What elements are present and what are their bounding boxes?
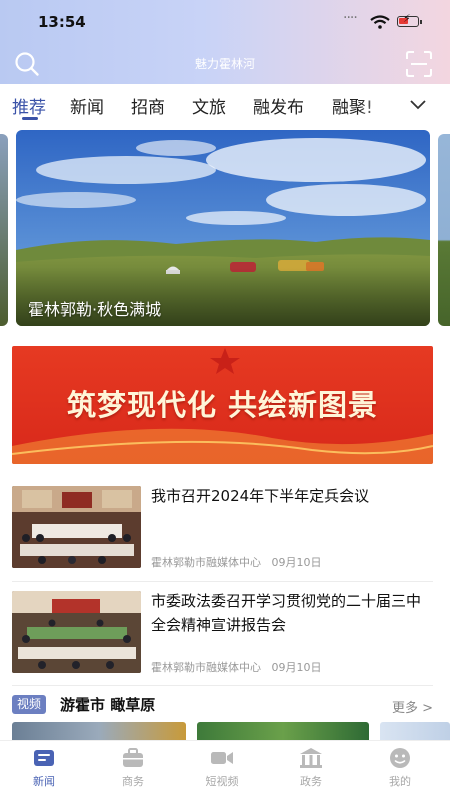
video-thumbnail[interactable] bbox=[197, 722, 369, 742]
government-building-icon bbox=[300, 748, 322, 768]
tab-culture-tourism[interactable]: 文旅 bbox=[192, 93, 226, 118]
app-title: 魅力霍林河 bbox=[194, 57, 255, 71]
promo-banner[interactable]: 筑梦现代化 共绘新图景 bbox=[12, 346, 433, 464]
news-title: 市委政法委召开学习贯彻党的二十届三中全会精神宣讲报告会 bbox=[151, 592, 422, 634]
news-title: 我市召开2024年下半年定兵会议 bbox=[151, 487, 370, 505]
more-link[interactable]: 更多 > bbox=[392, 697, 433, 716]
tab-news[interactable]: 新闻 bbox=[70, 93, 104, 118]
chevron-down-icon[interactable] bbox=[408, 94, 428, 114]
news-thumbnail bbox=[12, 486, 141, 568]
news-source: 霍林郭勒市融媒体中心 bbox=[151, 556, 261, 569]
bottom-tab-bar: 新闻 商务 短视频 政务 我的 bbox=[0, 740, 450, 800]
carousel-caption: 霍林郭勒·秋色满城 bbox=[28, 300, 162, 319]
tabbar-profile[interactable]: 我的 bbox=[370, 747, 430, 789]
news-source: 霍林郭勒市融媒体中心 bbox=[151, 661, 261, 674]
app-header: 13:54 ···· ⚡ 魅力霍林河 bbox=[0, 0, 450, 84]
tabbar-business[interactable]: 商务 bbox=[103, 747, 163, 789]
video-camera-icon bbox=[211, 752, 233, 764]
video-badge: 视频 bbox=[12, 695, 47, 714]
wifi-icon bbox=[370, 15, 390, 29]
tabbar-news[interactable]: 新闻 bbox=[14, 747, 74, 789]
banner-carousel[interactable]: 霍林郭勒·秋色满城 bbox=[0, 130, 450, 330]
news-meta: 霍林郭勒市融媒体中心 09月10日 bbox=[151, 659, 322, 675]
news-thumbnail bbox=[12, 591, 141, 673]
user-face-icon bbox=[390, 748, 410, 768]
news-date: 09月10日 bbox=[271, 661, 322, 674]
signal-icon: ···· bbox=[343, 10, 358, 26]
promo-slogan: 筑梦现代化 共绘新图景 bbox=[66, 388, 379, 422]
tabbar-short-video[interactable]: 短视频 bbox=[192, 747, 252, 789]
tab-investment[interactable]: 招商 bbox=[131, 93, 165, 118]
news-item[interactable]: 市委政法委召开学习贯彻党的二十届三中全会精神宣讲报告会 霍林郭勒市融媒体中心 0… bbox=[12, 591, 433, 677]
tab-recommend[interactable]: 推荐 bbox=[12, 93, 46, 118]
tab-release[interactable]: 融发布 bbox=[253, 93, 304, 118]
video-thumbnail[interactable] bbox=[380, 722, 450, 742]
news-date: 09月10日 bbox=[271, 556, 322, 569]
video-thumbnail[interactable] bbox=[12, 722, 186, 742]
news-meta: 霍林郭勒市融媒体中心 09月10日 bbox=[151, 554, 322, 570]
news-icon bbox=[34, 750, 54, 766]
carousel-slide[interactable]: 霍林郭勒·秋色满城 bbox=[16, 130, 430, 326]
briefcase-icon bbox=[123, 748, 143, 767]
video-section-header: 视频 游霍市 瞰草原 更多 > bbox=[12, 694, 433, 716]
category-tabs: 推荐 新闻 招商 文旅 融发布 融聚! bbox=[0, 84, 450, 124]
tabbar-government[interactable]: 政务 bbox=[281, 747, 341, 789]
video-section-title: 游霍市 瞰草原 bbox=[60, 696, 156, 714]
battery-icon: ⚡ bbox=[397, 13, 422, 27]
carousel-prev-slide[interactable] bbox=[0, 134, 8, 326]
active-tab-indicator bbox=[22, 117, 38, 120]
video-list bbox=[12, 722, 450, 742]
carousel-next-slide[interactable] bbox=[438, 134, 450, 326]
status-time: 13:54 bbox=[38, 13, 86, 31]
news-item[interactable]: 我市召开2024年下半年定兵会议 霍林郭勒市融媒体中心 09月10日 bbox=[12, 486, 433, 572]
scan-icon[interactable] bbox=[405, 50, 433, 78]
